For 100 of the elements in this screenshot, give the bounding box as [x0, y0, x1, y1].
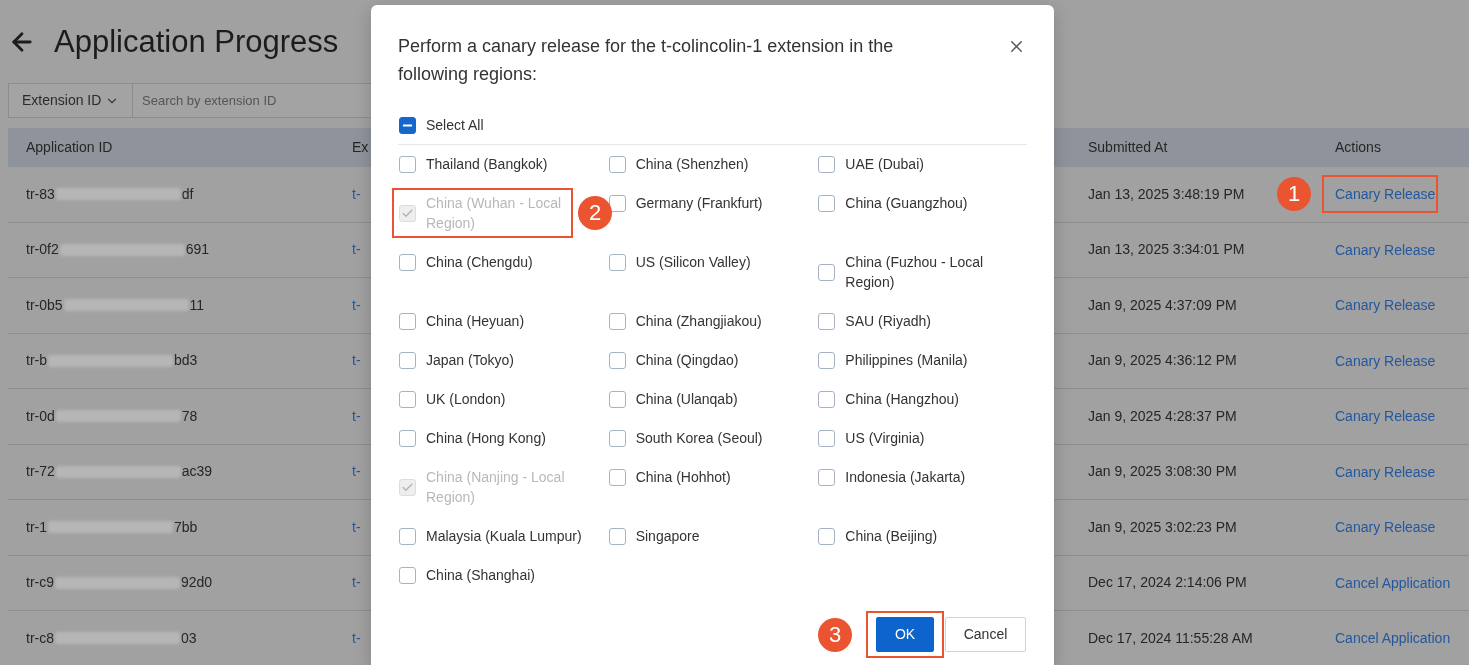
filter-dropdown[interactable]: Extension ID	[8, 83, 133, 118]
checkbox[interactable]	[399, 390, 416, 408]
checkbox[interactable]	[608, 253, 626, 271]
id-suffix: 03	[181, 628, 197, 648]
table-cell: Jan 9, 2025 4:28:37 PM	[1088, 407, 1237, 424]
checkbox[interactable]	[399, 429, 416, 447]
extension-link[interactable]: t-	[352, 463, 361, 480]
id-suffix: 7bb	[174, 517, 198, 537]
action-link[interactable]: Canary Release	[1335, 239, 1436, 260]
checkbox-label: Thailand (Bangkok)	[426, 155, 548, 174]
checkbox[interactable]	[399, 155, 416, 173]
id-prefix: tr-83	[26, 184, 55, 204]
id-prefix: tr-0d	[26, 406, 55, 426]
checkbox[interactable]	[399, 527, 416, 545]
checkbox[interactable]	[818, 468, 836, 486]
id-prefix: tr-0b5	[26, 295, 63, 315]
checkbox-label: China (Zhangjiakou)	[635, 312, 762, 331]
checkbox-label: South Korea (Seoul)	[635, 429, 763, 448]
id-suffix: 11	[189, 295, 205, 315]
checkbox-label: UK (London)	[426, 390, 506, 409]
extension-link[interactable]: t-	[352, 185, 361, 202]
checkbox-label: China (Shanghai)	[426, 566, 535, 585]
id-prefix: tr-c8	[26, 628, 54, 648]
checkbox-label: Indonesia (Jakarta)	[845, 468, 966, 487]
checkbox-label: China (Hangzhou)	[845, 390, 959, 409]
checkbox-label: China (Fuzhou - Local Region)	[845, 253, 985, 292]
step-badge: 1	[1277, 177, 1311, 212]
table-cell: Jan 13, 2025 3:34:01 PM	[1088, 241, 1245, 258]
id-suffix: ac39	[181, 462, 213, 482]
extension-link[interactable]: t-	[352, 407, 361, 424]
checkbox-label: China (Hong Kong)	[426, 429, 546, 448]
action-link[interactable]: Canary Release	[1335, 461, 1436, 482]
checkbox[interactable]	[818, 263, 836, 281]
extension-link[interactable]: t-	[352, 241, 361, 258]
id-prefix: tr-b	[26, 351, 47, 371]
id-suffix: 92d0	[181, 573, 213, 593]
checkbox[interactable]	[399, 351, 416, 369]
checkbox[interactable]	[818, 155, 836, 173]
id-prefix: tr-72	[26, 462, 55, 482]
confirm-button[interactable]: OK	[876, 617, 934, 652]
id-suffix: 691	[185, 240, 210, 260]
extension-link[interactable]: t-	[352, 518, 361, 535]
checkbox[interactable]	[608, 468, 626, 486]
id-prefix: tr-c9	[26, 573, 54, 593]
action-link[interactable]: Canary Release	[1335, 406, 1436, 427]
column-header: Ex	[352, 139, 369, 155]
checkbox-label: US (Silicon Valley)	[635, 253, 751, 272]
column-header: Application ID	[26, 139, 113, 155]
action-link[interactable]: Cancel Application	[1335, 572, 1451, 593]
checkbox[interactable]	[399, 566, 416, 584]
checkbox[interactable]	[818, 429, 836, 447]
extension-link[interactable]: t-	[352, 629, 361, 646]
action-link[interactable]: Canary Release	[1335, 350, 1436, 371]
table-cell: Jan 9, 2025 4:37:09 PM	[1088, 296, 1237, 313]
checkbox[interactable]	[608, 155, 626, 173]
checkbox[interactable]	[818, 390, 836, 408]
step-badge: 3	[818, 617, 852, 652]
checkbox[interactable]	[608, 429, 626, 447]
checkbox-label: China (Hohhot)	[635, 468, 731, 487]
dialog-title: Perform a canary release for the t-colincolin-1 extension in the following regions:	[398, 35, 895, 86]
checkbox-label: Philippines (Manila)	[845, 351, 968, 370]
checkbox[interactable]	[399, 253, 416, 271]
checkbox[interactable]	[399, 312, 416, 330]
id-prefix: tr-1	[26, 517, 47, 537]
checkbox[interactable]	[608, 194, 626, 212]
id-suffix: df	[181, 184, 194, 204]
checkbox[interactable]	[608, 312, 626, 330]
checkbox-label: China (Heyuan)	[426, 312, 525, 331]
checkbox[interactable]	[818, 312, 836, 330]
action-link[interactable]: Canary Release	[1335, 184, 1436, 205]
checkbox[interactable]	[818, 527, 836, 545]
checkbox[interactable]	[818, 351, 836, 369]
checkbox[interactable]	[608, 390, 626, 408]
checkbox[interactable]	[608, 527, 626, 545]
checkbox[interactable]	[399, 116, 416, 134]
checkbox-label: Japan (Tokyo)	[426, 351, 514, 370]
extension-link[interactable]: t-	[352, 352, 361, 369]
id-prefix: tr-0f2	[26, 240, 59, 260]
action-link[interactable]: Cancel Application	[1335, 628, 1451, 649]
table-cell: Jan 13, 2025 3:48:19 PM	[1088, 185, 1245, 202]
action-link[interactable]: Canary Release	[1335, 517, 1436, 538]
table-cell: Jan 9, 2025 4:36:12 PM	[1088, 352, 1237, 369]
checkbox-label: China (Beijing)	[845, 527, 938, 546]
action-link[interactable]: Canary Release	[1335, 295, 1436, 316]
table-cell: Jan 9, 2025 3:08:30 PM	[1088, 463, 1237, 480]
id-suffix: 78	[181, 406, 198, 426]
checkbox[interactable]	[608, 351, 626, 369]
checkbox-label: China (Qingdao)	[635, 351, 739, 370]
checkbox[interactable]	[818, 194, 836, 212]
extension-link[interactable]: t-	[352, 574, 361, 591]
checkbox-label: Select All	[426, 116, 484, 135]
extension-link[interactable]: t-	[352, 296, 361, 313]
checkbox-label: China (Wuhan - Local Region)	[426, 194, 563, 233]
id-suffix: bd3	[174, 351, 198, 371]
checkbox-label: US (Virginia)	[845, 429, 925, 448]
table-cell: Jan 9, 2025 3:02:23 PM	[1088, 518, 1237, 535]
checkbox-label: Malaysia (Kuala Lumpur)	[426, 527, 582, 546]
column-header: Submitted At	[1088, 139, 1168, 155]
cancel-button[interactable]: Cancel	[945, 617, 1026, 652]
checkbox-label: Germany (Frankfurt)	[635, 194, 763, 213]
